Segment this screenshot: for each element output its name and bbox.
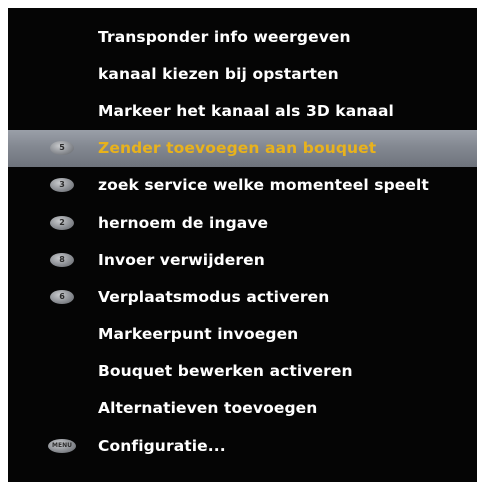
menu-item-label: kanaal kiezen bij opstarten	[98, 64, 339, 83]
menu-key-icon: MENU	[48, 438, 76, 453]
menu-item-find-playing-service[interactable]: 3 zoek service welke momenteel speelt	[8, 167, 477, 204]
key-8-icon: 8	[50, 252, 74, 267]
menu-item-edit-bouquet[interactable]: Bouquet bewerken activeren	[8, 353, 477, 390]
menu-item-label: Verplaatsmodus activeren	[98, 287, 330, 306]
key-3-icon: 3	[50, 178, 74, 193]
menu-item-label: hernoem de ingave	[98, 213, 269, 232]
menu-item-move-mode[interactable]: 6 Verplaatsmodus activeren	[8, 278, 477, 315]
screen: Transponder info weergeven kanaal kiezen…	[0, 0, 485, 490]
menu-item-label: zoek service welke momenteel speelt	[98, 176, 429, 195]
menu-item-add-to-bouquet[interactable]: 5 Zender toevoegen aan bouquet	[8, 129, 477, 167]
key-5-icon: 5	[50, 141, 74, 156]
key-2-icon: 2	[50, 215, 74, 230]
menu-item-delete-entry[interactable]: 8 Invoer verwijderen	[8, 241, 477, 278]
menu-item-label: Configuratie...	[98, 436, 226, 455]
menu-item-label: Transponder info weergeven	[98, 27, 351, 46]
menu-list: Transponder info weergeven kanaal kiezen…	[8, 18, 477, 464]
menu-item-transponder-info[interactable]: Transponder info weergeven	[8, 18, 477, 55]
menu-item-add-alternatives[interactable]: Alternatieven toevoegen	[8, 390, 477, 427]
menu-item-label: Bouquet bewerken activeren	[98, 362, 353, 381]
menu-item-insert-marker[interactable]: Markeerpunt invoegen	[8, 316, 477, 353]
menu-item-startup-channel[interactable]: kanaal kiezen bij opstarten	[8, 55, 477, 92]
menu-item-label: Markeer het kanaal als 3D kanaal	[98, 101, 394, 120]
menu-item-rename[interactable]: 2 hernoem de ingave	[8, 204, 477, 241]
menu-item-mark-3d[interactable]: Markeer het kanaal als 3D kanaal	[8, 92, 477, 129]
menu-item-label: Invoer verwijderen	[98, 250, 265, 269]
context-menu: Transponder info weergeven kanaal kiezen…	[8, 8, 477, 482]
menu-item-label: Markeerpunt invoegen	[98, 325, 299, 344]
menu-item-label: Zender toevoegen aan bouquet	[98, 139, 377, 158]
menu-item-label: Alternatieven toevoegen	[98, 399, 318, 418]
key-6-icon: 6	[50, 289, 74, 304]
menu-item-configuration[interactable]: MENU Configuratie...	[8, 427, 477, 464]
